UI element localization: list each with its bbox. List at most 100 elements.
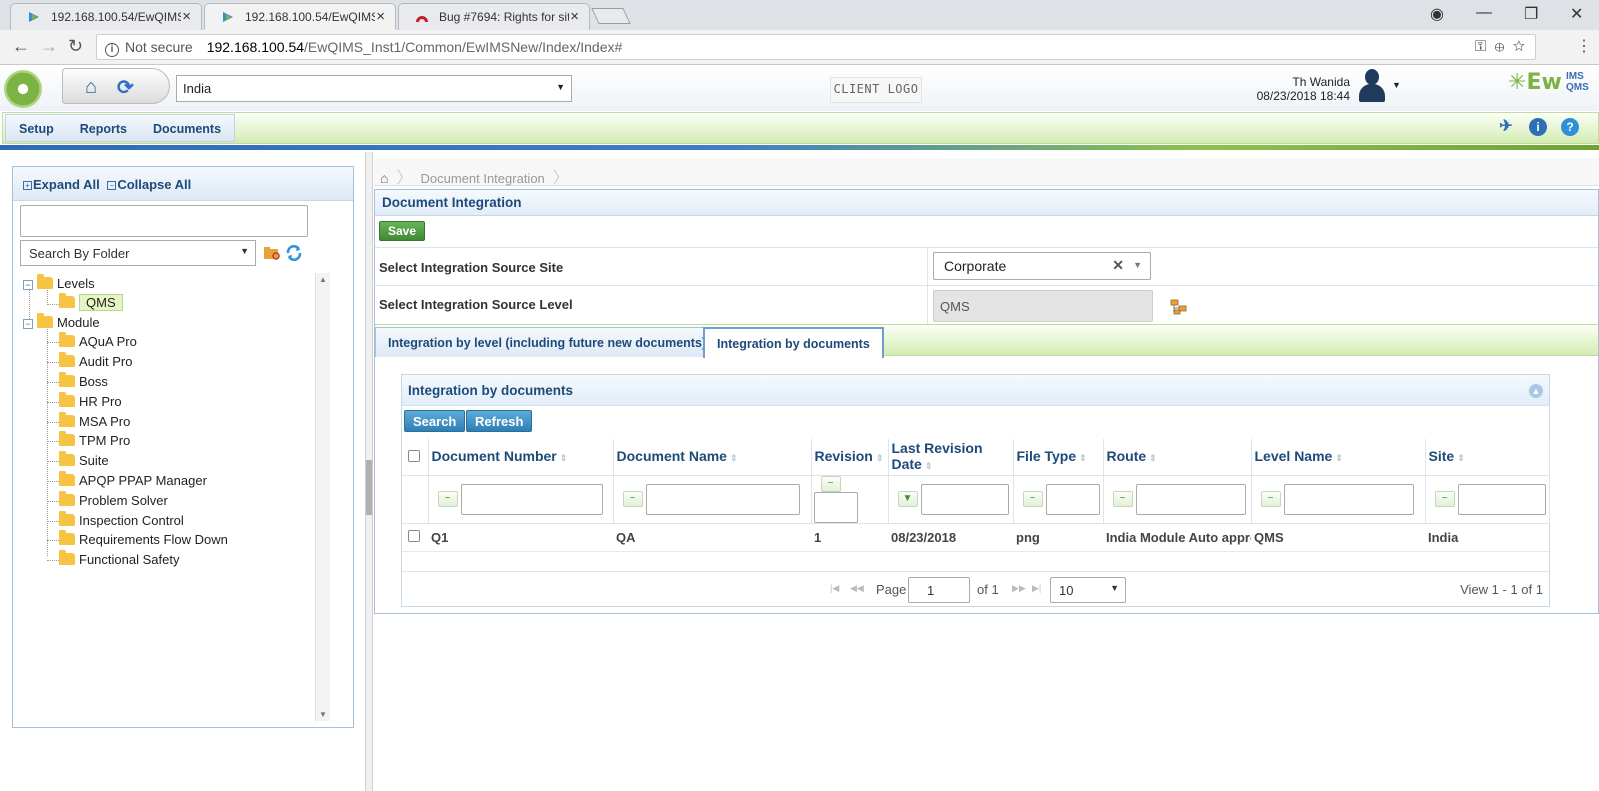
back-icon[interactable]: ←	[12, 36, 30, 57]
filter-operator-icon[interactable]: ~	[820, 476, 841, 493]
filter-operator-icon[interactable]: ~	[1260, 491, 1281, 508]
level-picker-icon[interactable]	[1170, 298, 1188, 316]
menu-documents[interactable]: Documents	[140, 115, 234, 143]
filter-operator-icon[interactable]: ~	[1022, 491, 1043, 508]
tree-node-module-child[interactable]: MSA Pro	[59, 412, 130, 432]
filter-input[interactable]	[920, 483, 1009, 515]
source-site-select[interactable]: Corporate ✕ ▼	[933, 252, 1151, 280]
new-tab-button[interactable]	[591, 8, 631, 24]
filter-input[interactable]	[645, 483, 800, 515]
tree-node-module-child[interactable]: Functional Safety	[59, 550, 179, 570]
collapse-all-button[interactable]: − Collapse All	[107, 177, 191, 192]
save-button[interactable]: Save	[379, 221, 426, 241]
column-header[interactable]: Document Number ⇕	[428, 439, 614, 476]
tree-node-module[interactable]: − Module	[23, 313, 100, 333]
column-header[interactable]: Level Name ⇕	[1251, 439, 1426, 476]
splitter-handle[interactable]	[366, 460, 372, 515]
column-header[interactable]: Route ⇕	[1103, 439, 1252, 476]
prev-page-icon[interactable]: ◀◀	[850, 583, 864, 594]
sort-icon[interactable]: ⇕	[876, 453, 884, 463]
site-selector[interactable]: India ▼	[176, 75, 572, 102]
avatar[interactable]	[1358, 69, 1386, 103]
tree-search-input[interactable]	[20, 205, 308, 237]
tab-close-icon[interactable]: ×	[376, 8, 385, 25]
tree-refresh-icon[interactable]	[285, 244, 303, 262]
sort-icon[interactable]: ⇕	[560, 453, 568, 463]
sort-icon[interactable]: ⇕	[730, 453, 738, 463]
collapse-panel-icon[interactable]: ▲	[1529, 384, 1543, 398]
next-page-icon[interactable]: ▶▶	[1012, 583, 1026, 594]
first-page-icon[interactable]: |◀	[830, 583, 839, 594]
browser-tab-1[interactable]: 192.168.100.54/EwQIMS_ ×	[10, 3, 202, 30]
chrome-menu-icon[interactable]: ⋮	[1576, 36, 1592, 56]
tree-node-module-child[interactable]: TPM Pro	[59, 431, 130, 451]
sort-icon[interactable]: ⇕	[1079, 453, 1087, 463]
sort-icon[interactable]: ⇕	[1335, 453, 1343, 463]
tree-node-module-child[interactable]: Problem Solver	[59, 491, 168, 511]
tree-node-module-child[interactable]: Suite	[59, 451, 109, 471]
filter-input[interactable]	[1457, 483, 1546, 515]
column-header[interactable]: Revision ⇕	[811, 439, 889, 476]
tab-integration-by-documents[interactable]: Integration by documents	[703, 327, 884, 358]
browser-tab-2[interactable]: 192.168.100.54/EwQIMS_ ×	[204, 3, 396, 30]
filter-input[interactable]	[1283, 483, 1414, 515]
key-icon[interactable]: ⚿	[1475, 38, 1486, 55]
menu-reports[interactable]: Reports	[67, 115, 140, 143]
last-page-icon[interactable]: ▶|	[1032, 583, 1041, 594]
window-close-icon[interactable]: ✕	[1570, 4, 1583, 24]
profile-icon[interactable]: ◉	[1430, 4, 1444, 24]
forward-icon[interactable]: →	[40, 36, 58, 57]
filter-operator-icon[interactable]: ~	[1112, 491, 1133, 508]
tree-node-module-child[interactable]: AQuA Pro	[59, 332, 137, 352]
expand-all-button[interactable]: + Expand All	[23, 177, 100, 192]
tree-node-levels[interactable]: − Levels	[23, 274, 95, 294]
bookmark-star-icon[interactable]: ☆	[1513, 38, 1525, 55]
pin-icon[interactable]: ✈	[1497, 118, 1515, 136]
reload-icon[interactable]: ↻	[68, 36, 83, 57]
sort-icon[interactable]: ⇕	[1149, 453, 1157, 463]
tree-node-module-child[interactable]: Boss	[59, 372, 108, 392]
filter-input[interactable]	[1135, 483, 1246, 515]
folder-filter-select[interactable]: Search By Folder ▼	[20, 240, 256, 266]
refresh-icon[interactable]: ⟳	[117, 75, 134, 100]
minimize-icon[interactable]: —	[1476, 4, 1492, 22]
filter-funnel-icon[interactable]: ▼	[897, 491, 918, 508]
url-input[interactable]: i Not secure 192.168.100.54/EwQIMS_Inst1/C…	[96, 34, 1536, 60]
filter-input[interactable]	[460, 483, 603, 515]
filter-operator-icon[interactable]: ~	[437, 491, 458, 508]
folder-search-icon[interactable]	[263, 244, 281, 262]
tree-node-module-child[interactable]: APQP PPAP Manager	[59, 471, 207, 491]
tree-node-module-child[interactable]: Audit Pro	[59, 352, 132, 372]
tab-close-icon[interactable]: ×	[182, 8, 191, 25]
tree-node-module-child[interactable]: Requirements Flow Down	[59, 530, 228, 550]
filter-input[interactable]	[813, 492, 858, 524]
collapse-node-icon[interactable]: −	[23, 319, 33, 329]
menu-setup[interactable]: Setup	[6, 115, 67, 143]
restore-icon[interactable]: ❐	[1524, 4, 1538, 24]
filter-input[interactable]	[1045, 483, 1100, 515]
home-icon[interactable]: ⌂	[85, 76, 97, 99]
tree-scrollbar[interactable]: ▲ ▼	[315, 273, 330, 721]
clear-icon[interactable]: ✕	[1112, 257, 1124, 274]
filter-operator-icon[interactable]: ~	[622, 491, 643, 508]
tab-integration-by-level[interactable]: Integration by level (including future n…	[375, 327, 720, 357]
tab-close-icon[interactable]: ×	[570, 8, 579, 25]
tree-node-qms[interactable]: QMS	[59, 293, 123, 313]
home-icon[interactable]: ⌂	[380, 170, 388, 186]
search-button[interactable]: Search	[404, 410, 466, 432]
select-all-checkbox[interactable]	[408, 449, 420, 462]
filter-operator-icon[interactable]: ~	[1434, 491, 1455, 508]
collapse-node-icon[interactable]: −	[23, 280, 33, 290]
tree-node-module-child[interactable]: Inspection Control	[59, 511, 184, 531]
page-size-select[interactable]: 10 ▼	[1050, 577, 1126, 603]
column-header[interactable]: Document Name ⇕	[613, 439, 812, 476]
info-icon[interactable]: i	[1529, 118, 1547, 136]
table-row[interactable]: Q1 QA 1 08/23/2018 png India Module Auto…	[402, 523, 1549, 553]
info-icon[interactable]: i	[105, 43, 119, 57]
scroll-down-icon[interactable]: ▼	[319, 710, 327, 719]
column-header[interactable]: Last Revision Date ⇕	[888, 439, 1014, 476]
column-header[interactable]: File Type ⇕	[1013, 439, 1104, 476]
browser-tab-3[interactable]: Bug #7694: Rights for site ×	[398, 3, 590, 30]
chevron-down-icon[interactable]: ▼	[1133, 260, 1142, 270]
refresh-button[interactable]: Refresh	[466, 410, 533, 432]
